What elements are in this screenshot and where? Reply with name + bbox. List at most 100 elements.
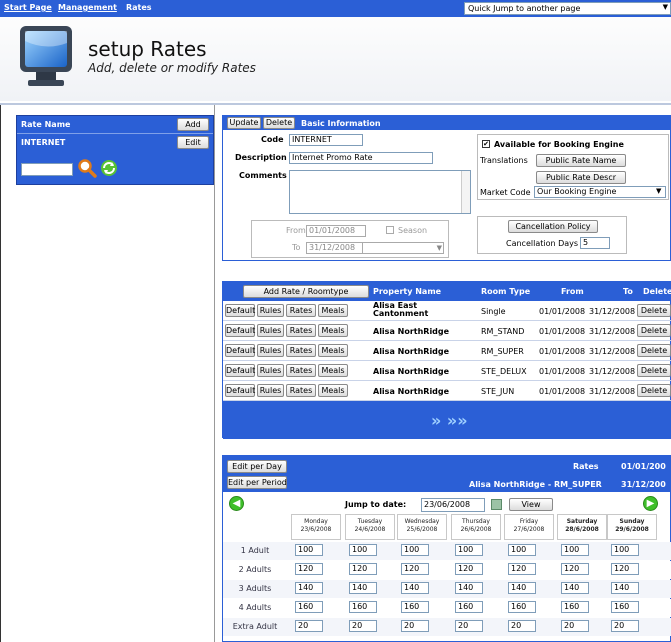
- comments-scrollbar[interactable]: [461, 171, 470, 213]
- edit-rate-button[interactable]: Edit: [177, 136, 209, 149]
- rate-value-field[interactable]: 100: [508, 544, 536, 556]
- rate-list-item[interactable]: INTERNET: [21, 138, 65, 147]
- row-delete-button[interactable]: Delete: [637, 344, 671, 357]
- row-default-button[interactable]: Default: [225, 384, 255, 397]
- next-week-icon[interactable]: ▶: [643, 496, 658, 511]
- edit-per-day-button[interactable]: Edit per Day: [227, 460, 287, 473]
- search-input[interactable]: [21, 163, 73, 176]
- rate-value-field[interactable]: 140: [349, 582, 377, 594]
- rate-value-field[interactable]: 100: [349, 544, 377, 556]
- market-code-select[interactable]: Our Booking Engine: [534, 186, 666, 198]
- jump-date-field[interactable]: 23/06/2008: [421, 498, 485, 512]
- row-delete-button[interactable]: Delete: [637, 304, 671, 317]
- next-page-icon[interactable]: » »»: [431, 411, 468, 430]
- row-rates-button[interactable]: Rates: [286, 324, 316, 337]
- season-select[interactable]: ▼: [362, 242, 444, 254]
- rate-value-field[interactable]: 160: [349, 601, 377, 613]
- available-checkbox[interactable]: ✔: [482, 140, 490, 148]
- row-rates-button[interactable]: Rates: [286, 384, 316, 397]
- rate-value-field[interactable]: 160: [508, 601, 536, 613]
- rate-value-field[interactable]: 120: [508, 563, 536, 575]
- row-rules-button[interactable]: Rules: [257, 384, 284, 397]
- row-meals-button[interactable]: Meals: [318, 384, 348, 397]
- row-rules-button[interactable]: Rules: [257, 344, 284, 357]
- public-rate-descr-button[interactable]: Public Rate Descr: [536, 171, 626, 184]
- row-default-button[interactable]: Default: [225, 364, 255, 377]
- previous-week-icon[interactable]: ◀: [229, 496, 244, 511]
- row-delete-button[interactable]: Delete: [637, 384, 671, 397]
- cancellation-policy-button[interactable]: Cancellation Policy: [508, 220, 598, 233]
- column-header-property: Property Name: [373, 287, 442, 296]
- to-date-field[interactable]: 31/12/2008: [306, 242, 366, 254]
- row-meals-button[interactable]: Meals: [318, 364, 348, 377]
- rate-value-field[interactable]: 140: [401, 582, 429, 594]
- rate-value-field[interactable]: 140: [295, 582, 323, 594]
- description-field[interactable]: Internet Promo Rate: [289, 152, 433, 164]
- edit-per-period-button[interactable]: Edit per Period: [227, 476, 287, 489]
- rate-value-field[interactable]: 20: [508, 620, 536, 632]
- from-date-field[interactable]: 01/01/2008: [306, 225, 366, 237]
- rate-value-field[interactable]: 120: [611, 563, 639, 575]
- rate-value-field[interactable]: 20: [611, 620, 639, 632]
- rate-value-field[interactable]: 100: [611, 544, 639, 556]
- rate-value-field[interactable]: 100: [401, 544, 429, 556]
- calendar-icon[interactable]: [491, 499, 502, 510]
- row-rules-button[interactable]: Rules: [257, 304, 284, 317]
- rate-value-field[interactable]: 20: [295, 620, 323, 632]
- rate-value-field[interactable]: 140: [611, 582, 639, 594]
- rate-value-field[interactable]: 120: [349, 563, 377, 575]
- code-field[interactable]: INTERNET: [289, 134, 363, 146]
- add-rate-roomtype-button[interactable]: Add Rate / Roomtype: [243, 285, 369, 298]
- row-meals-button[interactable]: Meals: [318, 324, 348, 337]
- cancellation-days-field[interactable]: 5: [580, 237, 610, 249]
- row-delete-button[interactable]: Delete: [637, 324, 671, 337]
- rate-value-field[interactable]: 160: [561, 601, 589, 613]
- quick-jump-select[interactable]: Quick Jump to another page ▼: [464, 2, 671, 15]
- rate-value-field[interactable]: 20: [455, 620, 483, 632]
- rate-value-field[interactable]: 160: [611, 601, 639, 613]
- row-meals-button[interactable]: Meals: [318, 304, 348, 317]
- refresh-icon[interactable]: [99, 158, 119, 180]
- public-rate-name-button[interactable]: Public Rate Name: [536, 154, 626, 167]
- row-delete-button[interactable]: Delete: [637, 364, 671, 377]
- rate-value-field[interactable]: 100: [561, 544, 589, 556]
- row-default-button[interactable]: Default: [225, 344, 255, 357]
- rate-value-field[interactable]: 120: [561, 563, 589, 575]
- row-rates-button[interactable]: Rates: [286, 344, 316, 357]
- rate-value-field[interactable]: 100: [455, 544, 483, 556]
- rate-value-field[interactable]: 160: [295, 601, 323, 613]
- day-date: 24/6/2008: [354, 526, 386, 533]
- row-default-button[interactable]: Default: [225, 304, 255, 317]
- rate-value-field[interactable]: 20: [349, 620, 377, 632]
- rate-value-field[interactable]: 160: [401, 601, 429, 613]
- page-subtitle: Add, delete or modify Rates: [88, 61, 256, 75]
- comments-textarea[interactable]: [289, 170, 471, 214]
- cell-room-type: STE_JUN: [481, 387, 515, 396]
- nav-management-link[interactable]: Management: [58, 3, 117, 12]
- rate-value-field[interactable]: 140: [455, 582, 483, 594]
- rate-value-field[interactable]: 120: [295, 563, 323, 575]
- row-rates-button[interactable]: Rates: [286, 364, 316, 377]
- rate-value-field[interactable]: 20: [401, 620, 429, 632]
- cell-to: 31/12/2008: [589, 327, 636, 336]
- row-meals-button[interactable]: Meals: [318, 344, 348, 357]
- rate-value-field[interactable]: 100: [295, 544, 323, 556]
- rate-value-field[interactable]: 160: [455, 601, 483, 613]
- add-rate-button[interactable]: Add: [177, 118, 209, 131]
- rate-value-field[interactable]: 20: [561, 620, 589, 632]
- rate-value-field[interactable]: 140: [508, 582, 536, 594]
- row-rules-button[interactable]: Rules: [257, 324, 284, 337]
- season-checkbox[interactable]: [386, 226, 394, 234]
- update-button[interactable]: Update: [227, 117, 261, 129]
- view-button[interactable]: View: [509, 498, 553, 511]
- row-default-button[interactable]: Default: [225, 324, 255, 337]
- delete-button[interactable]: Delete: [263, 117, 295, 129]
- rate-value-field[interactable]: 120: [455, 563, 483, 575]
- row-rates-button[interactable]: Rates: [286, 304, 316, 317]
- rate-value-field[interactable]: 140: [561, 582, 589, 594]
- rate-value-field[interactable]: 120: [401, 563, 429, 575]
- row-rules-button[interactable]: Rules: [257, 364, 284, 377]
- search-icon[interactable]: [77, 158, 97, 180]
- column-header-from: From: [561, 287, 584, 296]
- nav-start-page-link[interactable]: Start Page: [4, 3, 52, 12]
